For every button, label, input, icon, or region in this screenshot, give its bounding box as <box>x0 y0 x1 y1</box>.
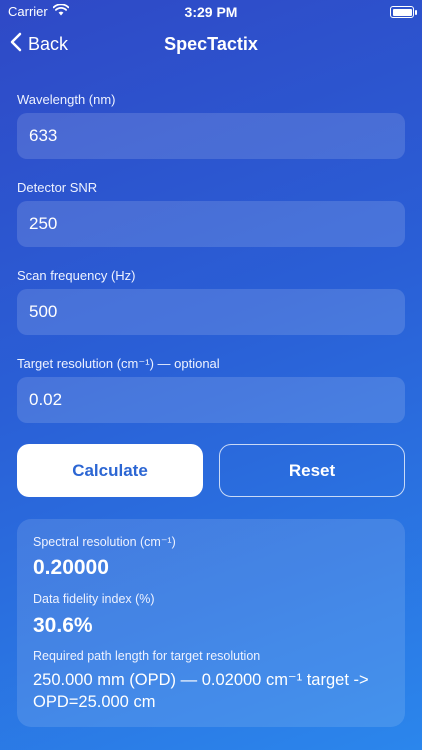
battery-icon <box>390 6 417 18</box>
wavelength-input[interactable] <box>17 113 405 159</box>
path-length-value: 250.000 mm (OPD) — 0.02000 cm⁻¹ target -… <box>33 671 369 711</box>
detector-snr-input[interactable] <box>17 201 405 247</box>
wavelength-label: Wavelength (nm) <box>17 92 116 107</box>
navigation-bar: Back SpecTactix <box>0 28 422 62</box>
results-card: Spectral resolution (cm⁻¹) 0.20000 Data … <box>17 519 405 727</box>
path-length-label: Required path length for target resoluti… <box>33 649 261 663</box>
spectral-resolution-label: Spectral resolution (cm⁻¹) <box>33 535 176 549</box>
scan-frequency-label: Scan frequency (Hz) <box>17 268 136 283</box>
calculate-button[interactable]: Calculate <box>17 444 203 497</box>
status-bar: Carrier 3:29 PM <box>0 0 422 24</box>
detector-snr-label: Detector SNR <box>17 180 98 195</box>
reset-button[interactable]: Reset <box>219 444 405 497</box>
fidelity-value: 30.6% <box>33 614 93 637</box>
back-label: Back <box>28 33 69 54</box>
spectral-resolution-value: 0.20000 <box>33 556 109 579</box>
status-time: 3:29 PM <box>184 4 238 20</box>
target-resolution-label: Target resolution (cm⁻¹) — optional <box>17 356 220 371</box>
scan-frequency-input[interactable] <box>17 289 405 335</box>
back-button[interactable]: Back <box>10 30 68 58</box>
fidelity-label: Data fidelity index (%) <box>33 592 155 606</box>
target-resolution-input[interactable] <box>17 377 405 423</box>
chevron-left-icon <box>10 32 22 57</box>
